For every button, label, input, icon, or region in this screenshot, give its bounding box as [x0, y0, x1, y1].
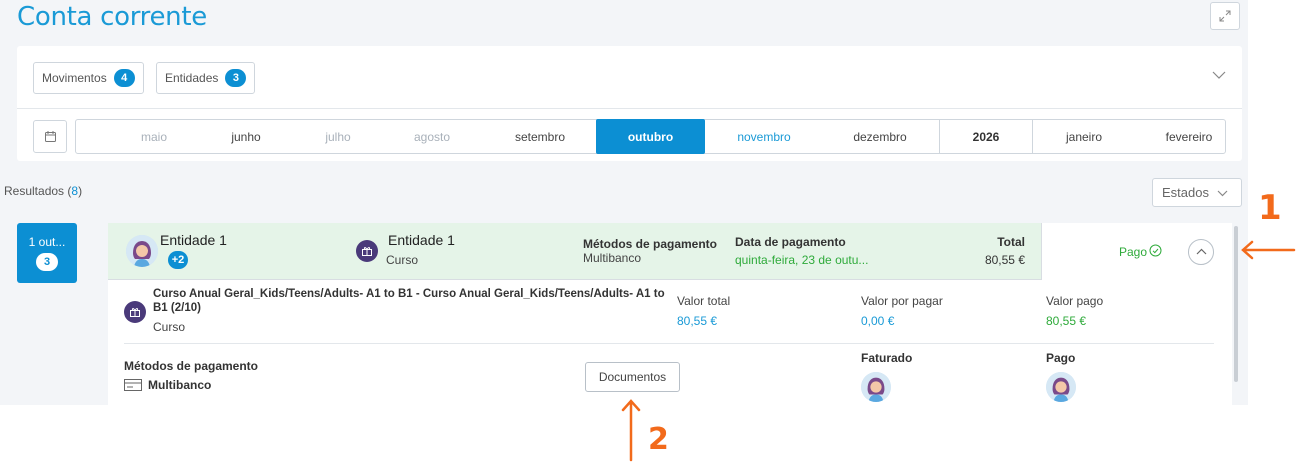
movement-card: Entidade 1 +2 Entidade 1 Curso Métodos d… — [108, 223, 1232, 405]
annotation-number-1: 1 — [1258, 188, 1282, 228]
month-agosto[interactable]: agosto — [392, 120, 472, 153]
movement-card-header[interactable]: Entidade 1 +2 Entidade 1 Curso Métodos d… — [108, 223, 1232, 280]
course-type: Curso — [153, 320, 186, 334]
expand-icon — [1219, 10, 1231, 22]
arrow-left-icon — [1241, 240, 1296, 260]
course-title-line2: B1 (2/10) — [153, 302, 201, 314]
month-julho[interactable]: julho — [298, 120, 378, 153]
month-dezembro[interactable]: dezembro — [836, 120, 924, 153]
detail-divider — [124, 343, 1214, 344]
pago-label: Pago — [1046, 351, 1076, 365]
collapse-button[interactable] — [1188, 239, 1214, 265]
page-title: Conta corrente — [17, 2, 207, 32]
avatar — [126, 235, 158, 267]
results-count: Resultados (8) — [4, 184, 82, 198]
more-entities-badge[interactable]: +2 — [168, 251, 188, 269]
date-tile-count: 3 — [36, 253, 58, 271]
chevron-down-icon — [1217, 190, 1228, 196]
filter-panel: Movimentos 4 Entidades 3 maio junho julh… — [17, 46, 1242, 161]
month-setembro[interactable]: setembro — [496, 120, 584, 153]
detail-methods-label: Métodos de pagamento — [124, 359, 259, 373]
documentos-button[interactable]: Documentos — [585, 362, 680, 392]
month-outubro[interactable]: outubro — [596, 119, 705, 154]
movimentos-count-badge: 4 — [113, 69, 135, 87]
faturado-avatar — [861, 372, 891, 402]
calendar-button[interactable] — [33, 120, 67, 153]
month-maio[interactable]: maio — [116, 120, 192, 153]
detail-methods-value: Multibanco — [148, 378, 212, 392]
calendar-icon — [44, 131, 56, 142]
expand-button[interactable] — [1210, 2, 1240, 30]
total-value: 80,55 € — [984, 253, 1025, 267]
payment-date-value: quinta-feira, 23 de outu... — [735, 253, 869, 267]
valor-por-pagar-label: Valor por pagar — [861, 294, 943, 308]
valor-por-pagar-value: 0,00 € — [861, 314, 895, 328]
check-circle-icon — [1149, 244, 1162, 257]
date-tile[interactable]: 1 out... 3 — [17, 223, 77, 283]
estados-label: Estados — [1162, 185, 1209, 200]
chevron-up-icon — [1196, 248, 1206, 255]
movimentos-filter-button[interactable]: Movimentos 4 — [33, 62, 144, 94]
product-type: Curso — [386, 253, 419, 267]
entity-name: Entidade 1 — [160, 232, 227, 248]
pago-avatar — [1046, 372, 1076, 402]
annotation-number-2: 2 — [648, 422, 669, 457]
month-janeiro[interactable]: janeiro — [1048, 120, 1120, 153]
app-window: Conta corrente Movimentos 4 Entidades 3 … — [0, 0, 1248, 405]
filter-tags-row: Movimentos 4 Entidades 3 — [17, 46, 1242, 109]
entidades-count-badge: 3 — [225, 69, 247, 87]
valor-pago-value: 80,55 € — [1046, 314, 1087, 328]
date-tile-label: 1 out... — [28, 235, 66, 249]
status-label: Pago — [1119, 245, 1148, 259]
gift-icon — [356, 240, 378, 262]
valor-pago-label: Valor pago — [1046, 294, 1104, 308]
movimentos-label: Movimentos — [42, 71, 107, 85]
estados-dropdown[interactable]: Estados — [1152, 178, 1242, 207]
results-label: Resultados ( — [4, 184, 72, 198]
month-junho[interactable]: junho — [206, 120, 286, 153]
month-divider — [1032, 120, 1033, 153]
chevron-down-icon[interactable] — [1212, 70, 1226, 80]
payment-methods-value: Multibanco — [583, 251, 642, 265]
payment-methods-label: Métodos de pagamento — [583, 237, 718, 251]
valor-total-label: Valor total — [677, 294, 731, 308]
year-2026[interactable]: 2026 — [940, 120, 1032, 153]
gift-icon — [124, 301, 146, 323]
scrollbar[interactable] — [1234, 226, 1238, 382]
course-title-line1: Curso Anual Geral_Kids/Teens/Adults- A1 … — [153, 288, 665, 300]
valor-total-value: 80,55 € — [677, 314, 718, 328]
product-name: Entidade 1 — [388, 232, 455, 248]
total-label: Total — [997, 235, 1025, 249]
month-novembro[interactable]: novembro — [724, 120, 804, 153]
month-fevereiro[interactable]: fevereiro — [1151, 120, 1227, 153]
payment-date-label: Data de pagamento — [735, 235, 846, 249]
entidades-label: Entidades — [165, 71, 219, 85]
card-icon — [124, 379, 142, 391]
month-selector: maio junho julho agosto setembro outubro… — [75, 119, 1226, 154]
faturado-label: Faturado — [861, 351, 913, 365]
results-close: ) — [78, 184, 83, 198]
entidades-filter-button[interactable]: Entidades 3 — [156, 62, 256, 94]
arrow-up-icon — [621, 399, 641, 462]
